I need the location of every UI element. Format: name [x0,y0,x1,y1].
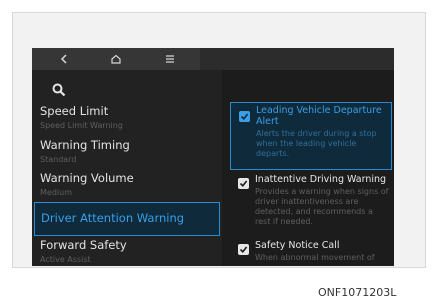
menu-item-speed-limit[interactable]: Speed Limit Speed Limit Warning [34,102,224,136]
search-icon[interactable] [52,82,68,98]
option-description: Alerts the driver during a stop when the… [256,129,377,158]
checkbox-checked-icon[interactable] [238,244,249,255]
figure-code: ONF1071203L [318,286,397,299]
option-title: Safety Notice Call [255,240,340,251]
menu-item-driver-attention-warning[interactable]: Driver Attention Warning [34,202,220,236]
menu-item-label: Forward Safety [40,238,127,252]
option-inattentive-driving-warning[interactable]: Inattentive Driving Warning Provides a w… [230,172,392,234]
option-safety-notice-call[interactable]: Safety Notice Call When abnormal movemen… [230,238,392,266]
panel-title: Driver Assistance [254,36,373,50]
menu-item-value: Standard [40,155,77,164]
option-leading-vehicle-departure-alert[interactable]: Leading Vehicle Departure Alert Alerts t… [230,102,392,170]
menu-item-value: Medium [40,188,72,197]
home-icon[interactable] [96,48,136,70]
menu-icon[interactable] [150,48,190,70]
menu-item-warning-timing[interactable]: Warning Timing Standard [34,136,224,170]
menu-item-warning-volume[interactable]: Warning Volume Medium [34,169,224,203]
menu-item-value: Active Assist [40,255,91,264]
back-chevron-icon[interactable] [44,48,84,70]
option-title: Inattentive Driving Warning [255,174,387,185]
option-title: Leading Vehicle Departure Alert [256,105,382,127]
option-description: When abnormal movement of [255,253,375,262]
menu-item-label: Speed Limit [40,104,109,118]
menu-item-value: Speed Limit Warning [40,121,123,130]
checkbox-checked-icon[interactable] [238,178,249,189]
checkbox-checked-icon[interactable] [239,111,250,122]
option-description: Provides a warning when signs of driver … [255,187,389,226]
top-bar [32,48,394,70]
menu-item-label: Driver Attention Warning [41,211,185,225]
menu-item-label: Warning Volume [40,171,134,185]
menu-item-label: Warning Timing [40,138,130,152]
menu-item-forward-safety[interactable]: Forward Safety Active Assist [34,236,224,266]
